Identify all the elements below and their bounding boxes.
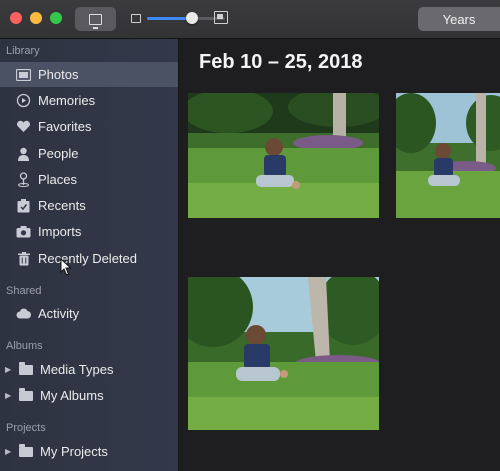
section-header-albums: Albums [6, 340, 43, 352]
sidebar-item-label: Recently Deleted [38, 251, 137, 266]
sidebar-item-favorites[interactable]: Favorites [0, 114, 178, 139]
section-header-projects: Projects [6, 422, 46, 434]
camera-icon [15, 223, 32, 240]
minimize-window-button[interactable] [30, 12, 42, 24]
sidebar-item-photos[interactable]: Photos [0, 62, 178, 87]
heart-icon [15, 118, 32, 135]
disclosure-triangle-icon[interactable]: ▶ [5, 391, 14, 400]
section-header-shared: Shared [6, 285, 42, 297]
disclosure-triangle-icon[interactable]: ▶ [5, 365, 14, 374]
photo-thumbnail[interactable] [188, 277, 379, 430]
zoom-window-button[interactable] [50, 12, 62, 24]
sidebar-item-media-types[interactable]: ▶ Media Types [0, 357, 178, 382]
trash-icon [15, 250, 32, 267]
sidebar-item-label: Media Types [40, 362, 114, 377]
photo-thumbnail[interactable] [188, 93, 379, 218]
sidebar-item-label: Memories [38, 93, 96, 108]
cloud-icon [15, 305, 32, 322]
sidebar-item-label: Imports [38, 224, 82, 239]
photo-grid: Feb 10 – 25, 2018 [179, 39, 500, 471]
sidebar-item-places[interactable]: Places [0, 167, 178, 192]
sidebar-item-imports[interactable]: Imports [0, 219, 178, 244]
photo-thumbnail[interactable] [396, 93, 500, 218]
sidebar-item-label: My Albums [40, 388, 104, 403]
sidebar-item-my-projects[interactable]: ▶ My Projects [0, 439, 178, 464]
sidebar-item-label: People [38, 146, 79, 161]
zoom-in-icon[interactable] [214, 11, 228, 24]
sidebar-item-activity[interactable]: Activity [0, 301, 178, 326]
sidebar-item-label: Favorites [38, 119, 92, 134]
slideshow-button[interactable] [75, 7, 116, 31]
folder-icon [17, 443, 34, 460]
sidebar-item-label: Photos [38, 67, 79, 82]
moment-date-title: Feb 10 – 25, 2018 [199, 51, 363, 73]
sidebar-item-recents[interactable]: Recents [0, 193, 178, 218]
sidebar-item-people[interactable]: People [0, 141, 178, 166]
photos-icon [15, 66, 32, 83]
close-window-button[interactable] [10, 12, 22, 24]
mouse-cursor-icon [60, 258, 72, 276]
slideshow-icon [89, 13, 102, 29]
sidebar-item-label: Recents [38, 198, 86, 213]
sidebar-item-memories[interactable]: Memories [0, 88, 178, 113]
sidebar: Library Photos Memories Favorites People… [0, 39, 179, 471]
disclosure-triangle-icon[interactable]: ▶ [5, 447, 14, 456]
section-header-library: Library [6, 45, 40, 57]
recents-icon [15, 197, 32, 214]
years-tab[interactable]: Years [418, 7, 500, 31]
sidebar-item-label: Activity [38, 306, 80, 321]
person-icon [15, 145, 32, 162]
zoom-slider-knob[interactable] [186, 12, 199, 24]
sidebar-item-my-albums[interactable]: ▶ My Albums [0, 383, 178, 408]
sidebar-item-recently-deleted[interactable]: Recently Deleted [0, 246, 178, 271]
zoom-out-icon[interactable] [131, 14, 141, 23]
sidebar-item-label: My Projects [40, 444, 108, 459]
map-pin-icon [15, 171, 32, 188]
folder-icon [17, 361, 34, 378]
sidebar-item-label: Places [38, 172, 78, 187]
toolbar: Years [0, 0, 500, 39]
folder-icon [17, 387, 34, 404]
memories-icon [15, 92, 32, 109]
